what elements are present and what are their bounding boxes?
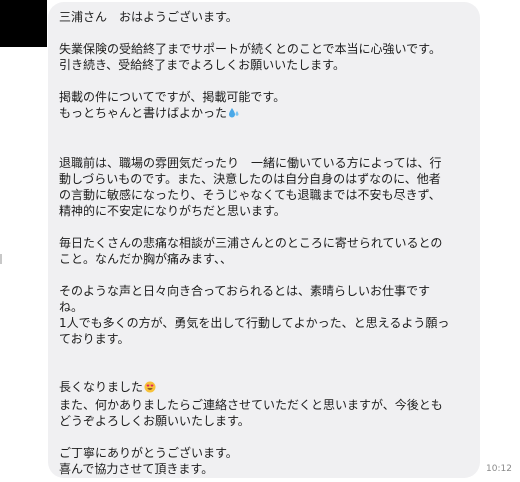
scroll-edge-marker (0, 254, 2, 264)
message-line: 引き続き、受給終了までよろしくお願いいたします。 (59, 58, 345, 72)
chat-view: 三浦さん おはようございます。 失業保険の受給終了までサポートが続くとのことで本… (0, 0, 520, 482)
message-line: こと。なんだか胸が痛みます、、 (59, 252, 233, 266)
user-avatar-icon[interactable] (0, 0, 47, 47)
message-bubble[interactable]: 三浦さん おはようございます。 失業保険の受給終了までサポートが続くとのことで本… (48, 2, 480, 478)
message-line: 長くなりました (59, 379, 470, 397)
message-line: ね。 (59, 300, 84, 314)
message-line: の言動に敏感になったり、そうじゃなくても退職までは不安も尽きず、 (59, 188, 441, 202)
message-line: もっとちゃんと書けばよかった (59, 105, 470, 123)
message-line: そのような声と日々向き合っておられるとは、素晴らしいお仕事です (59, 284, 431, 298)
message-timestamp: 10:12 (486, 464, 512, 474)
message-line: 1人でも多くの方が、勇気を出して行動してよかった、と思えるよう願っ (59, 316, 450, 330)
message-line: どうぞよろしくお願いいたします。 (59, 414, 250, 428)
message-line: 精神的に不安定になりがちだと思います。 (59, 204, 286, 218)
message-line: 退職前は、職場の雰囲気だったり 一緒に働いている方によっては、行 (59, 156, 442, 170)
message-line: ご丁寧にありがとうございます。 (59, 446, 238, 460)
smiling-face-with-heart-eyes-icon (144, 381, 156, 397)
sweat-droplets-icon (228, 107, 240, 123)
message-line: また、何かありましたらご連絡させていただくと思いますが、今後とも (59, 398, 443, 412)
message-text: もっとちゃんと書けばよかった (59, 106, 228, 120)
message-line: 失業保険の受給終了までサポートが続くとのことで本当に心強いです。 (59, 42, 441, 56)
message-line: 三浦さん おはようございます。 (59, 10, 238, 24)
message-line: ております。 (59, 332, 130, 346)
message-line: 掲載の件についてですが、掲載可能です。 (59, 90, 286, 104)
message-line: 喜んで協力させて頂きます。 (59, 462, 214, 476)
message-text: 長くなりました (59, 380, 144, 394)
message-line: 動しづらいものです。また、決意したのは自分自身のはずなのに、他者 (59, 172, 441, 186)
message-line: 毎日たくさんの悲痛な相談が三浦さんとのところに寄せられているとの (59, 236, 443, 250)
